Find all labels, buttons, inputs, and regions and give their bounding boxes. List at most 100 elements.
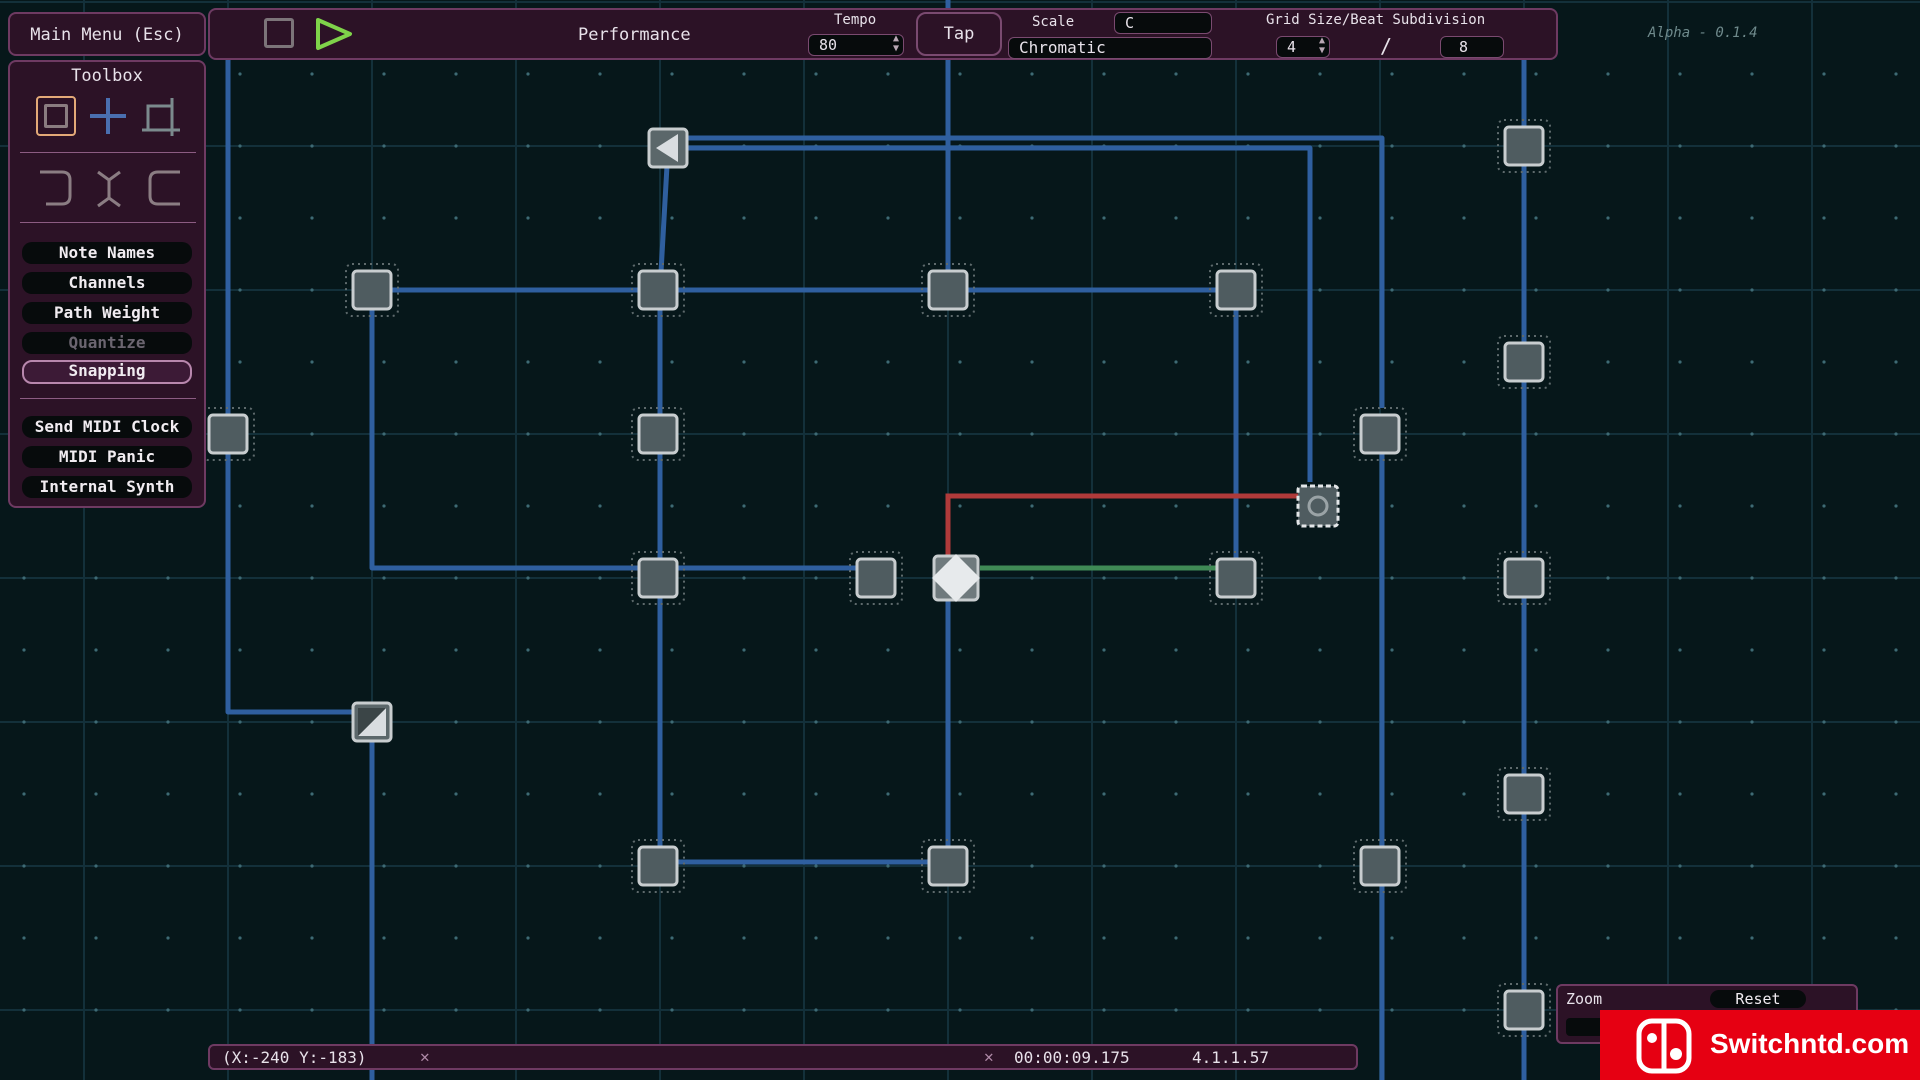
option-path-weight[interactable]: Path Weight: [22, 302, 192, 324]
grid-dot: [238, 288, 242, 292]
grid-dot: [1534, 648, 1538, 652]
option-channels[interactable]: Channels: [22, 272, 192, 294]
note-node: [631, 839, 685, 893]
send-midi-clock-button[interactable]: Send MIDI Clock: [22, 416, 192, 438]
grid-dot: [670, 720, 674, 724]
grid-dot: [814, 648, 818, 652]
grid-dot: [526, 360, 530, 364]
node-split[interactable]: [351, 701, 393, 743]
main-menu-label: Main Menu (Esc): [30, 25, 184, 45]
grid-dot: [1822, 432, 1826, 436]
grid-dot: [238, 648, 242, 652]
grid-dot: [1390, 792, 1394, 796]
node-diamond[interactable]: [932, 554, 980, 602]
grid-dot: [958, 504, 962, 508]
grid-size-input[interactable]: 4 ▲ ▼: [1276, 36, 1330, 58]
timeline-marker-icon[interactable]: ✕: [420, 1047, 430, 1066]
note-node: [1497, 983, 1551, 1037]
grid-dot: [1102, 792, 1106, 796]
grid-dot: [814, 936, 818, 940]
grid-dot: [382, 648, 386, 652]
grid-dot: [742, 72, 746, 76]
note-node: [1353, 839, 1407, 893]
grid-dot: [1102, 504, 1106, 508]
grid-dot: [1822, 648, 1826, 652]
grid-divider: /: [1380, 34, 1393, 58]
grid-dot: [1390, 1008, 1394, 1012]
grid-dot: [310, 648, 314, 652]
grid-dot: [1894, 864, 1898, 868]
grid-dot: [1102, 432, 1106, 436]
grid-dot: [1462, 864, 1466, 868]
grid-dot: [1822, 504, 1826, 508]
grid-dot: [1174, 648, 1178, 652]
rotate-left-button[interactable]: [36, 166, 76, 210]
rotate-right-button[interactable]: [144, 166, 184, 210]
grid-dot: [886, 864, 890, 868]
zoom-reset-button[interactable]: Reset: [1710, 990, 1806, 1008]
option-note-names[interactable]: Note Names: [22, 242, 192, 264]
sequencer-canvas[interactable]: [0, 0, 1920, 1080]
grid-dot: [454, 1008, 458, 1012]
playhead-marker-icon[interactable]: ✕: [984, 1047, 994, 1066]
grid-dot: [886, 1008, 890, 1012]
cursor-coordinates: (X:-240 Y:-183): [222, 1048, 367, 1067]
grid-dot: [1102, 360, 1106, 364]
tool-node-button[interactable]: [36, 96, 76, 136]
grid-dot: [454, 216, 458, 220]
play-button[interactable]: [314, 16, 354, 52]
grid-dot: [382, 576, 386, 580]
grid-dot: [382, 144, 386, 148]
tool-add-button[interactable]: [88, 96, 128, 136]
option-quantize[interactable]: Quantize: [22, 332, 192, 354]
note-node: [201, 407, 255, 461]
grid-dot: [1318, 864, 1322, 868]
grid-dot: [1750, 720, 1754, 724]
grid-dot: [22, 792, 26, 796]
grid-dot: [814, 720, 818, 724]
main-menu-button[interactable]: Main Menu (Esc): [8, 12, 206, 56]
grid-dot: [1030, 648, 1034, 652]
subdivision-value: 8: [1459, 38, 1469, 56]
subdivision-select[interactable]: 8: [1440, 36, 1504, 58]
note-node: [921, 263, 975, 317]
grid-dot: [958, 792, 962, 796]
scale-mode-select[interactable]: Chromatic: [1008, 37, 1212, 59]
grid-dot: [1462, 720, 1466, 724]
grid-dot: [1678, 720, 1682, 724]
node-target[interactable]: [1296, 484, 1340, 528]
tool-select-button[interactable]: [140, 96, 182, 138]
bar-beat-position: 4.1.1.57: [1192, 1048, 1270, 1067]
grid-dot: [1462, 432, 1466, 436]
grid-dot: [1894, 504, 1898, 508]
grid-dot: [1462, 72, 1466, 76]
tempo-input[interactable]: 80 ▲ ▼: [808, 34, 904, 56]
internal-synth-button[interactable]: Internal Synth: [22, 476, 192, 498]
scale-key-select[interactable]: C: [1114, 12, 1212, 34]
flip-button[interactable]: [94, 166, 124, 210]
grid-dot: [1750, 576, 1754, 580]
stop-button[interactable]: [264, 18, 294, 48]
stepper-icon[interactable]: ▲ ▼: [893, 34, 899, 54]
elapsed-time: 00:00:09.175: [1014, 1048, 1130, 1067]
path: [668, 145, 1313, 482]
grid-dot: [1534, 720, 1538, 724]
tap-button[interactable]: Tap: [916, 12, 1002, 56]
midi-panic-button[interactable]: MIDI Panic: [22, 446, 192, 468]
node-triangle[interactable]: [647, 127, 689, 169]
status-bar: (X:-240 Y:-183) ✕ ✕ 00:00:09.175 4.1.1.5…: [208, 1044, 1358, 1070]
grid-dot: [598, 576, 602, 580]
stepper-icon[interactable]: ▲ ▼: [1319, 36, 1325, 56]
grid-dot: [1750, 936, 1754, 940]
grid-dot: [742, 432, 746, 436]
grid-dot: [526, 504, 530, 508]
grid-dot: [1894, 432, 1898, 436]
grid-dot: [1678, 144, 1682, 148]
option-snapping[interactable]: Snapping: [22, 360, 192, 384]
plus-crosshair-icon: [90, 98, 126, 134]
grid-dot: [1390, 720, 1394, 724]
grid-dot: [1822, 360, 1826, 364]
grid-dot: [1390, 576, 1394, 580]
grid-dot: [1174, 1008, 1178, 1012]
grid-dot: [1030, 720, 1034, 724]
